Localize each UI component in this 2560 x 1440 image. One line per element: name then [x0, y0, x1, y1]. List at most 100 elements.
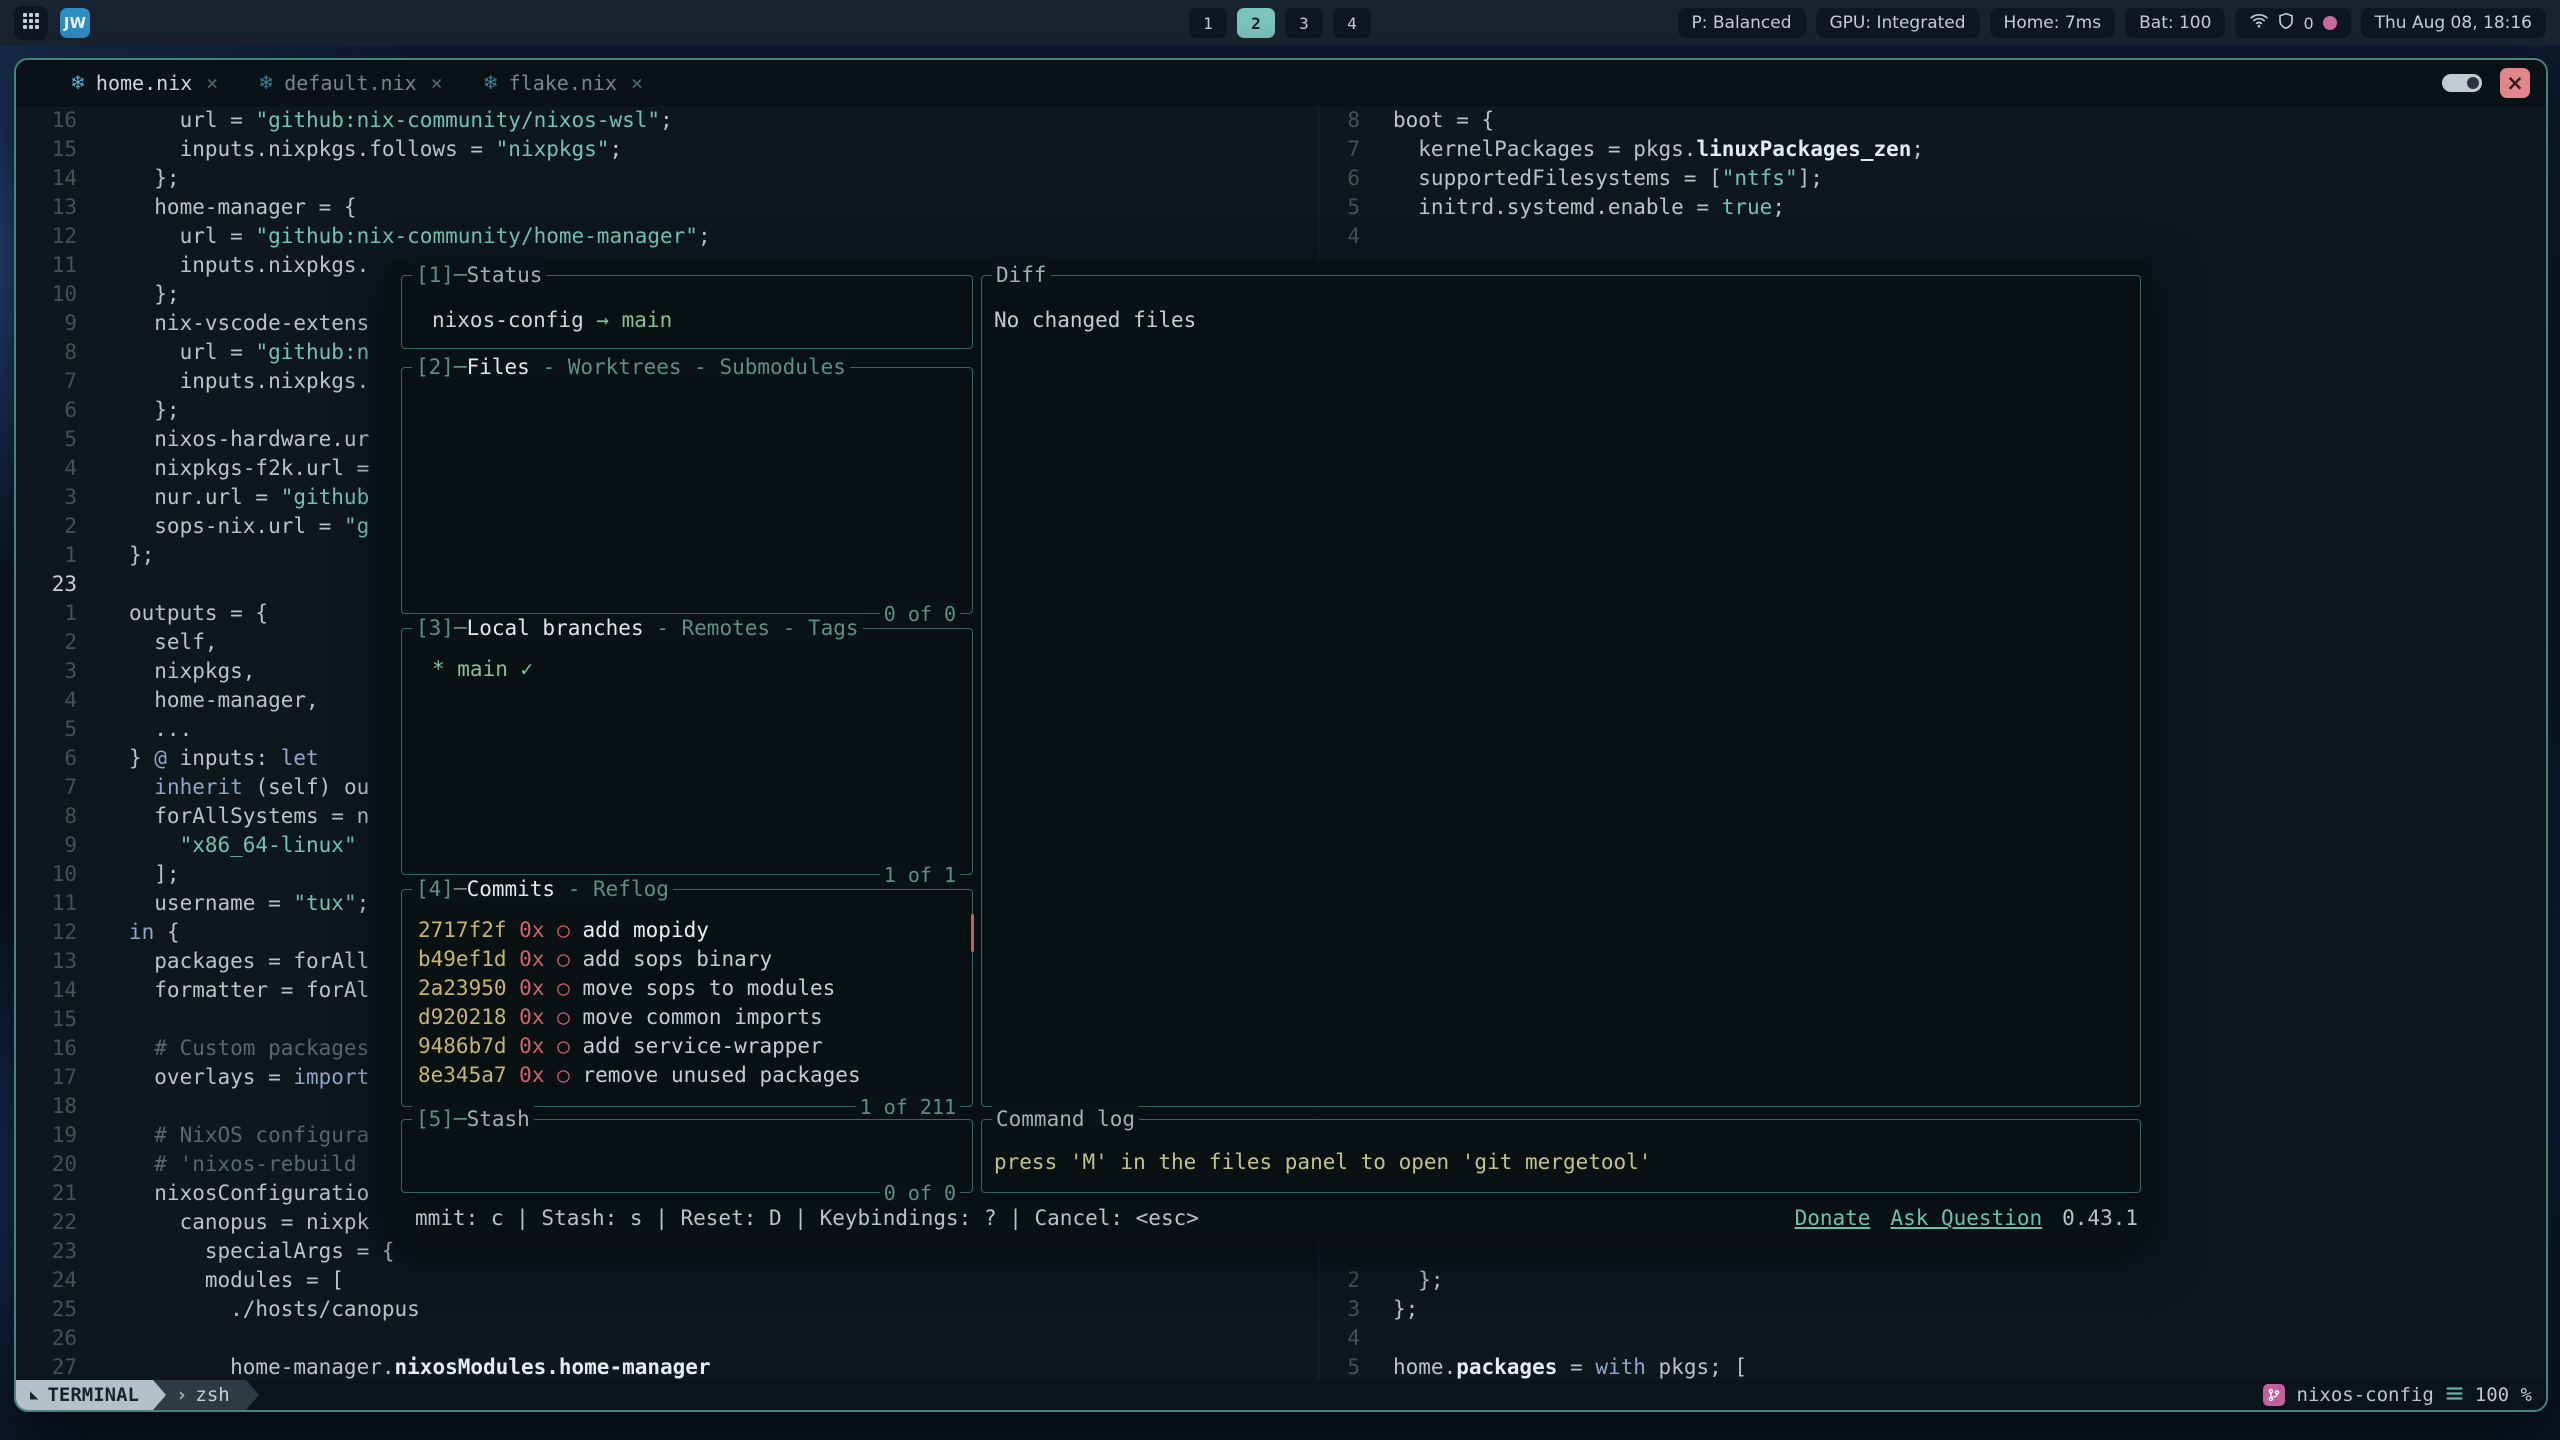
commit-row[interactable]: b49ef1d 0x ○ add sops binary	[418, 945, 972, 974]
toggle-knob	[2467, 77, 2479, 89]
app-launcher-button[interactable]	[14, 6, 48, 40]
statusline-left: ◣ TERMINAL › zsh	[16, 1380, 259, 1410]
workspace-button-3[interactable]: 3	[1285, 8, 1323, 38]
lazygit-overlay: [1]─Status nixos-config → main [2]─Files…	[385, 262, 2152, 1242]
color-picker-icon	[2323, 16, 2337, 30]
line-number: 7	[1334, 135, 1360, 164]
lazygit-command-log-panel[interactable]: Command log press 'M' in the files panel…	[981, 1119, 2141, 1193]
donate-link[interactable]: Donate	[1795, 1206, 1871, 1230]
workspace-badge[interactable]: JW	[60, 8, 90, 38]
ask-question-link[interactable]: Ask Question	[1890, 1206, 2042, 1230]
status-pill: P: Balanced	[1678, 8, 1806, 38]
line-number: 3	[51, 483, 77, 512]
code-line: 27 home-manager.nixosModules.home-manage…	[51, 1353, 711, 1380]
lazygit-diff-panel[interactable]: Diff No changed files	[981, 275, 2141, 1107]
panel-title: Command log	[992, 1106, 1139, 1132]
lazygit-status-panel[interactable]: [1]─Status nixos-config → main	[401, 275, 973, 349]
panel-count: 1 of 211	[856, 1095, 960, 1119]
keybindings-hint: mmit: c | Stash: s | Reset: D | Keybindi…	[415, 1206, 1199, 1230]
line-number: 17	[51, 1063, 77, 1092]
line-number: 4	[1334, 222, 1360, 251]
line-number: 9	[51, 831, 77, 860]
tab-flake.nix[interactable]: ❄flake.nix×	[463, 60, 663, 105]
lazygit-version: 0.43.1	[2062, 1206, 2138, 1230]
panel-title: [1]─Status	[412, 262, 546, 288]
lazygit-stash-panel[interactable]: [5]─Stash 0 of 0	[401, 1119, 973, 1193]
lazygit-branches-panel[interactable]: [3]─Local branches - Remotes - Tags * ma…	[401, 628, 973, 875]
command-log-content: press 'M' in the files panel to open 'gi…	[982, 1120, 2140, 1177]
line-number: 4	[1334, 1324, 1360, 1353]
panel-count: 1 of 1	[880, 863, 960, 887]
code-line: 26	[51, 1324, 711, 1353]
diff-content: No changed files	[982, 276, 2140, 335]
workspace-switcher: 1234	[1189, 8, 1371, 38]
line-number: 5	[51, 715, 77, 744]
statusline-scroll-percent: 100 %	[2475, 1384, 2532, 1406]
commit-row[interactable]: 2a23950 0x ○ move sops to modules	[418, 974, 972, 1003]
status-pills: P: BalancedGPU: IntegratedHome: 7msBat: …	[1678, 8, 2226, 38]
line-number: 14	[51, 164, 77, 193]
line-number: 5	[1334, 193, 1360, 222]
line-number: 7	[51, 367, 77, 396]
line-number: 22	[51, 1208, 77, 1237]
tab-home.nix[interactable]: ❄home.nix×	[50, 60, 238, 105]
line-number: 13	[51, 947, 77, 976]
commit-list: 2717f2f 0x ○ add mopidyb49ef1d 0x ○ add …	[402, 890, 972, 1090]
tab-close-icon[interactable]: ×	[431, 71, 443, 95]
commit-row[interactable]: 9486b7d 0x ○ add service-wrapper	[418, 1032, 972, 1061]
git-branch-icon	[2263, 1384, 2285, 1406]
workspace-button-2[interactable]: 2	[1237, 8, 1275, 38]
tab-default.nix[interactable]: ❄default.nix×	[238, 60, 462, 105]
line-number: 4	[51, 454, 77, 483]
apps-grid-icon	[22, 12, 40, 34]
line-number: 13	[51, 193, 77, 222]
line-number: 14	[51, 976, 77, 1005]
clock[interactable]: Thu Aug 08, 18:16	[2361, 8, 2546, 38]
panel-title: [2]─Files - Worktrees - Submodules	[412, 354, 850, 380]
line-number: 12	[51, 918, 77, 947]
tab-close-icon[interactable]: ×	[206, 71, 218, 95]
editor-area: 16 url = "github:nix-community/nixos-wsl…	[16, 106, 2546, 1380]
commit-row[interactable]: d920218 0x ○ move common imports	[418, 1003, 972, 1032]
line-number: 27	[51, 1353, 77, 1380]
workspace-button-1[interactable]: 1	[1189, 8, 1227, 38]
topbar: JW 1234 P: BalancedGPU: IntegratedHome: …	[0, 0, 2560, 46]
statusline-right: nixos-config 100 %	[2263, 1384, 2546, 1406]
code-line: 25 ./hosts/canopus	[51, 1295, 711, 1324]
code-line: 2 };	[1334, 1266, 1924, 1295]
powerline-separator-icon	[153, 1380, 166, 1410]
commit-row[interactable]: 2717f2f 0x ○ add mopidy	[418, 916, 972, 945]
line-number: 10	[51, 280, 77, 309]
line-number: 6	[1334, 164, 1360, 193]
line-number: 20	[51, 1150, 77, 1179]
workspace-button-4[interactable]: 4	[1333, 8, 1371, 38]
statusline-shell: › zsh	[166, 1380, 246, 1410]
shield-count: 0	[2303, 14, 2313, 33]
code-line: 14 };	[51, 164, 711, 193]
line-number: 24	[51, 1266, 77, 1295]
system-tray[interactable]: 0	[2235, 8, 2350, 38]
terminal-mode-icon: ◣	[30, 1387, 38, 1403]
nix-snowflake-icon: ❄	[483, 72, 499, 94]
lazygit-commits-panel[interactable]: [4]─Commits - Reflog 2717f2f 0x ○ add mo…	[401, 889, 973, 1107]
tabs: ❄home.nix×❄default.nix×❄flake.nix×	[50, 60, 663, 105]
lazygit-files-panel[interactable]: [2]─Files - Worktrees - Submodules 0 of …	[401, 367, 973, 614]
line-number: 11	[51, 251, 77, 280]
code-line: 15 inputs.nixpkgs.follows = "nixpkgs";	[51, 135, 711, 164]
scroll-lines-icon	[2446, 1384, 2463, 1406]
line-number: 15	[51, 135, 77, 164]
tab-close-icon[interactable]: ×	[631, 71, 643, 95]
code-line: 13 home-manager = {	[51, 193, 711, 222]
commit-row[interactable]: 8e345a7 0x ○ remove unused packages	[418, 1061, 972, 1090]
line-number: 19	[51, 1121, 77, 1150]
toggle-switch[interactable]	[2442, 74, 2482, 92]
lazygit-options-bar: mmit: c | Stash: s | Reset: D | Keybindi…	[415, 1206, 2138, 1230]
window-close-button[interactable]: ×	[2500, 68, 2530, 98]
commits-scrollbar[interactable]	[971, 914, 974, 952]
line-number: 9	[51, 309, 77, 338]
desktop: JW 1234 P: BalancedGPU: IntegratedHome: …	[0, 0, 2560, 1440]
line-number: 7	[51, 773, 77, 802]
powerline-separator-icon	[246, 1380, 259, 1410]
line-number: 4	[51, 686, 77, 715]
panel-title: [4]─Commits - Reflog	[412, 876, 673, 902]
